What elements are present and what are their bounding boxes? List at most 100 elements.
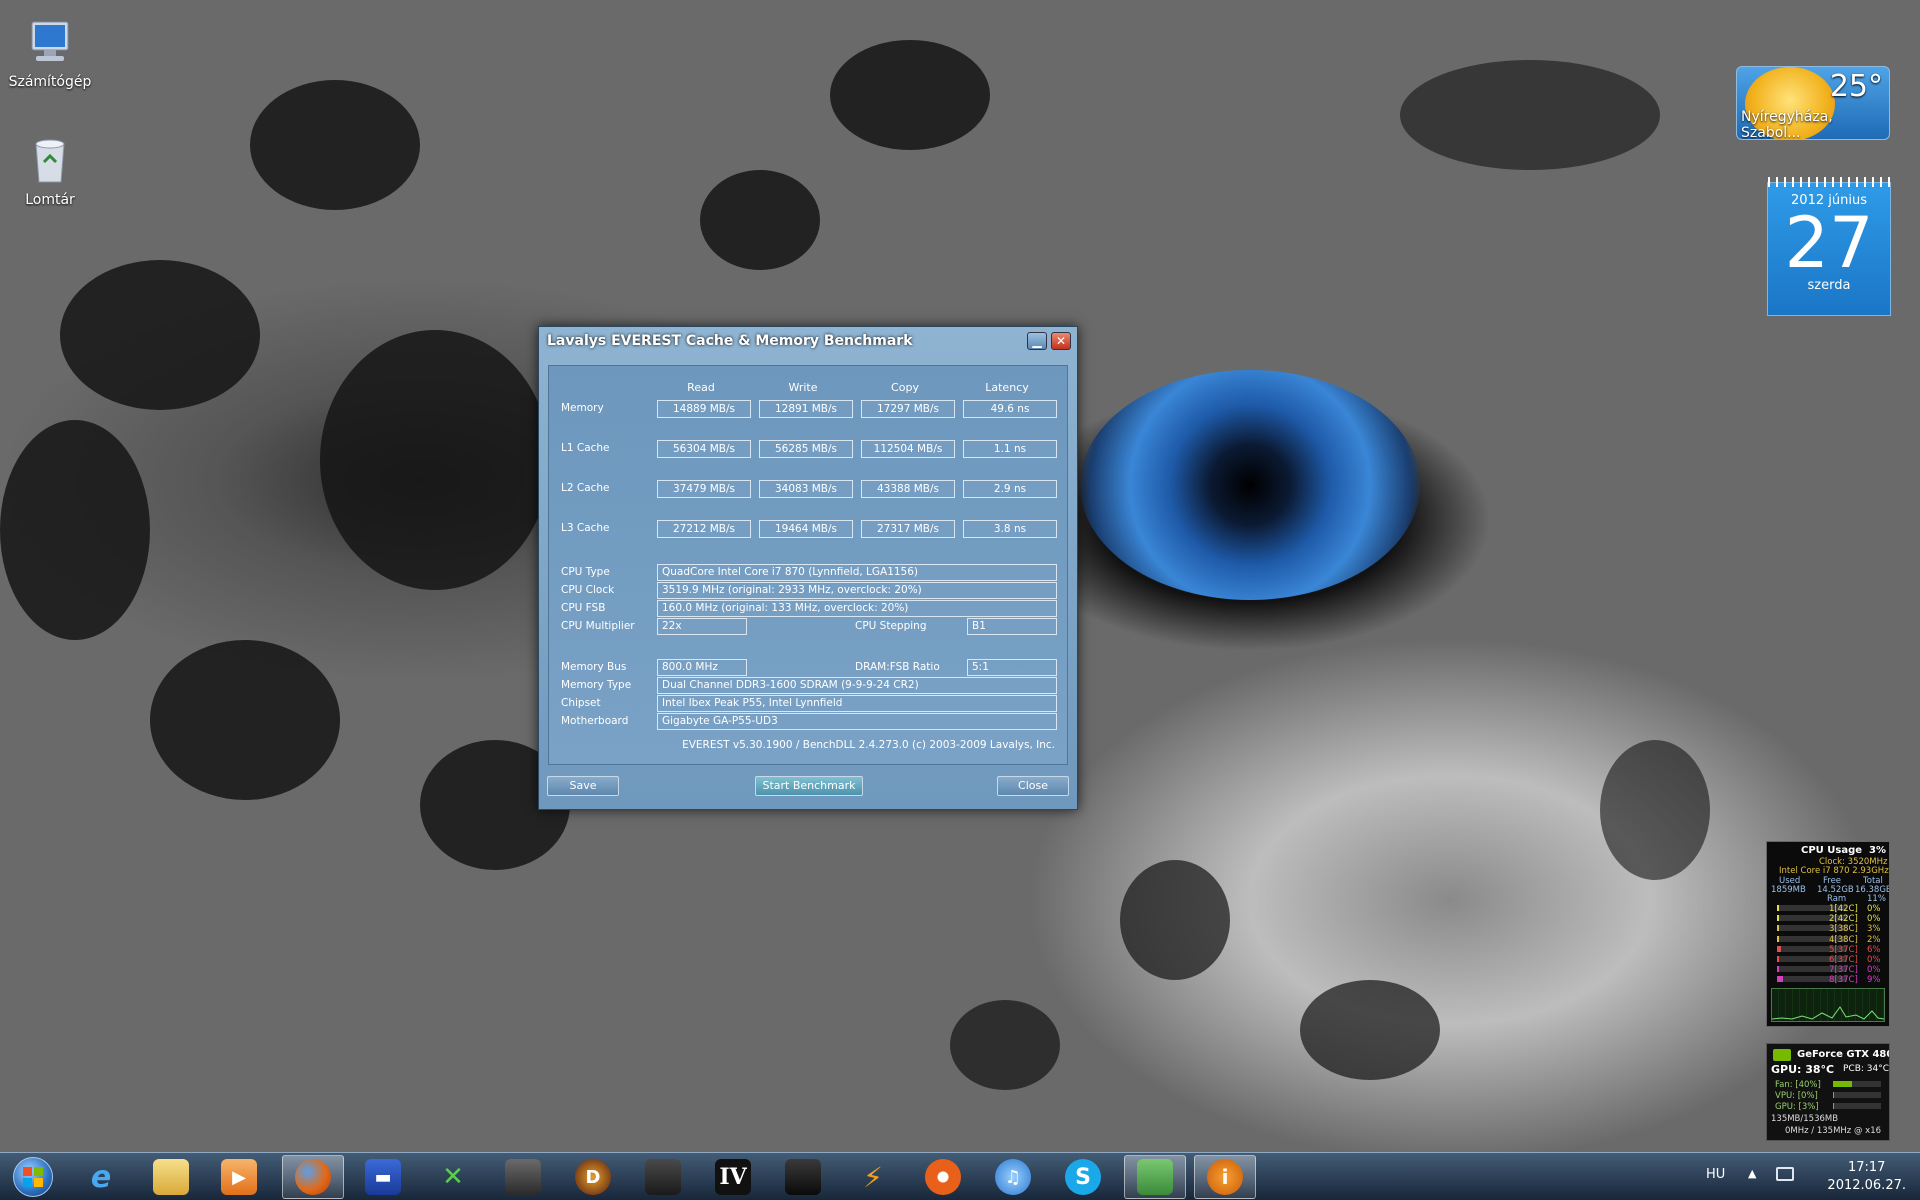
core-label: 4[38C] (1829, 934, 1858, 945)
cpu-gadget-title: CPU Usage (1801, 845, 1863, 856)
close-window-button[interactable]: ✕ (1051, 332, 1071, 350)
label-chipset: Chipset (561, 697, 601, 709)
l3-copy-value: 27317 MB/s (861, 520, 955, 538)
l2-latency-value: 2.9 ns (963, 480, 1057, 498)
network-tray-icon[interactable] (1776, 1167, 1794, 1181)
core-bar-fill (1777, 945, 1782, 952)
computer-icon (24, 16, 76, 68)
version-footer: EVEREST v5.30.1900 / BenchDLL 2.4.273.0 … (682, 739, 1055, 751)
core-value: 0% (1867, 955, 1881, 965)
clock-time: 17:17 (1847, 1160, 1886, 1175)
language-indicator[interactable]: HU (1706, 1167, 1725, 1182)
core-label: 1[42C] (1829, 904, 1858, 914)
xtreme-icon: ✕ (442, 1162, 464, 1192)
l2-copy-value: 43388 MB/s (861, 480, 955, 498)
taskbar-skype[interactable]: S (1052, 1155, 1114, 1199)
desktop-icon-computer[interactable]: Számítógép (5, 16, 95, 90)
minimize-icon: ▁ (1032, 334, 1042, 348)
label-cpu-multiplier: CPU Multiplier (561, 620, 635, 632)
ram-used-value: 1859MB (1771, 885, 1806, 895)
ram-usage-value: 11% (1867, 894, 1886, 904)
taskbar-soldier-game[interactable] (492, 1155, 554, 1199)
everest-info-icon: i (1207, 1159, 1243, 1195)
taskbar-media-player[interactable]: ▶ (208, 1155, 270, 1199)
start-benchmark-button[interactable]: Start Benchmark (755, 776, 863, 796)
motherboard-value: Gigabyte GA-P55-UD3 (657, 713, 1057, 730)
row-label-l2-cache: L2 Cache (561, 482, 610, 494)
core-label: 6[37C] (1829, 955, 1858, 965)
vpu-fill (1833, 1092, 1834, 1098)
taskbar-call-of-duty[interactable] (632, 1155, 694, 1199)
recycle-bin-icon (24, 134, 76, 186)
taskbar-xtreme[interactable]: ✕ (422, 1155, 484, 1199)
core-value: 3% (1867, 924, 1881, 935)
label-cpu-clock: CPU Clock (561, 584, 615, 596)
column-header-copy: Copy (891, 381, 919, 394)
weather-temperature: 25° (1829, 69, 1883, 104)
wallpaper-eye (1080, 370, 1420, 600)
taskbar-diablo[interactable]: D (562, 1155, 624, 1199)
cpu-model: Intel Core i7 870 2.93GHz (1779, 866, 1889, 876)
taskbar-everest[interactable]: i (1194, 1155, 1256, 1199)
taskbar-dark-game[interactable] (772, 1155, 834, 1199)
l2-read-value: 37479 MB/s (657, 480, 751, 498)
taskbar-gta-iv[interactable]: IV (702, 1155, 764, 1199)
ram-total-label: Total (1863, 876, 1883, 886)
taskbar-firefox[interactable] (282, 1155, 344, 1199)
taskbar-explorer[interactable] (140, 1155, 202, 1199)
cpu-usage-value: 3% (1869, 845, 1886, 856)
start-button[interactable] (2, 1155, 64, 1199)
cpu-usage-gadget[interactable]: CPU Usage 3% Clock: 3520MHz Intel Core i… (1766, 841, 1890, 1027)
desktop-icon-recycle-bin[interactable]: Lomtár (5, 134, 95, 208)
weather-gadget[interactable]: 25° Nyíregyháza, Szabol... (1736, 66, 1890, 140)
gpu-memory: 135MB/1536MB (1771, 1114, 1839, 1124)
gpu-gadget[interactable]: GeForce GTX 480 GPU: 38°C PCB: 34°C Fan:… (1766, 1043, 1890, 1141)
minimize-button[interactable]: ▁ (1027, 332, 1047, 350)
gpu-fan-bar (1833, 1081, 1881, 1087)
internet-explorer-icon: e (90, 1159, 112, 1195)
row-label-l3-cache: L3 Cache (561, 522, 610, 534)
core-value: 2% (1867, 934, 1881, 945)
gpu-load-bar (1833, 1103, 1881, 1109)
column-header-latency: Latency (985, 381, 1029, 394)
row-label-l1-cache: L1 Cache (561, 442, 610, 454)
soldier-game-icon (505, 1159, 541, 1195)
l3-read-value: 27212 MB/s (657, 520, 751, 538)
cpu-stepping-value: B1 (967, 618, 1057, 635)
gpu-load-fill (1833, 1103, 1835, 1109)
core-value: 6% (1867, 944, 1881, 955)
taskbar-internet-explorer[interactable]: e (70, 1155, 132, 1199)
weather-city: Nyíregyháza, Szabol... (1741, 109, 1833, 140)
l3-write-value: 19464 MB/s (759, 520, 853, 538)
taskbar-save-app[interactable]: ▬ (352, 1155, 414, 1199)
core-bar-fill (1777, 966, 1779, 973)
media-player-icon: ▶ (221, 1159, 257, 1195)
gpu-temperature: GPU: 38°C (1771, 1063, 1835, 1076)
winamp-icon: ⚡ (863, 1160, 883, 1194)
taskbar-orange-app[interactable] (912, 1155, 974, 1199)
label-memory-bus: Memory Bus (561, 661, 627, 673)
benchmark-panel: Read Write Copy Latency Memory 14889 MB/… (548, 365, 1068, 765)
core-label: 8[37C] (1829, 975, 1858, 986)
taskbar-itunes[interactable]: ♫ (982, 1155, 1044, 1199)
calendar-gadget[interactable]: 2012 június 27 szerda (1767, 177, 1891, 316)
label-dram-fsb-ratio: DRAM:FSB Ratio (855, 661, 940, 673)
ram-used-label: Used (1779, 876, 1801, 886)
gpu-load-label: GPU: [3%] (1775, 1102, 1819, 1112)
memory-latency-value: 49.6 ns (963, 400, 1057, 418)
firefox-icon (295, 1159, 331, 1195)
ram-total-value: 16.38GB (1855, 885, 1890, 895)
close-button[interactable]: Close (997, 776, 1069, 796)
clock-date: 2012.06.27. (1827, 1178, 1906, 1193)
taskbar-winamp[interactable]: ⚡ (842, 1155, 904, 1199)
l1-copy-value: 112504 MB/s (861, 440, 955, 458)
calendar-rings (1768, 177, 1890, 187)
tray-expand-icon[interactable]: ▲ (1748, 1167, 1756, 1180)
cpu-fsb-value: 160.0 MHz (original: 133 MHz, overclock:… (657, 600, 1057, 617)
taskbar-network[interactable] (1124, 1155, 1186, 1199)
chipset-value: Intel Ibex Peak P55, Intel Lynnfield (657, 695, 1057, 712)
save-button[interactable]: Save (547, 776, 619, 796)
l1-latency-value: 1.1 ns (963, 440, 1057, 458)
ram-free-value: 14.52GB (1817, 885, 1854, 895)
taskbar-clock[interactable]: 17:17 2012.06.27. (1827, 1159, 1906, 1195)
